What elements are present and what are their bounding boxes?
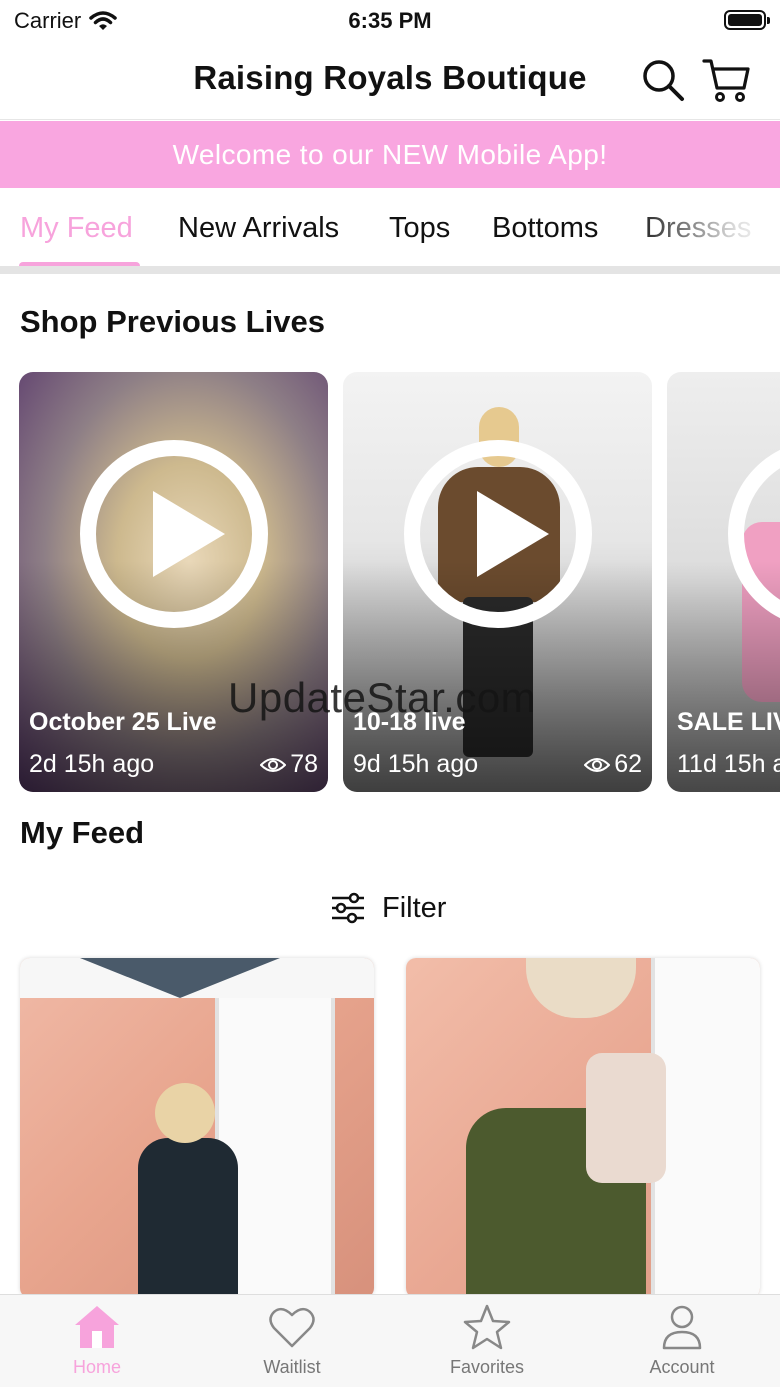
- battery-icon: [724, 10, 770, 30]
- filter-button[interactable]: Filter: [330, 886, 446, 930]
- play-button[interactable]: [404, 440, 592, 628]
- live-card[interactable]: SALE LIVE 11d 15h ago: [667, 372, 780, 792]
- nav-home-label: Home: [72, 1357, 121, 1377]
- watermark: UpdateStar.com: [228, 674, 537, 721]
- live-card[interactable]: 10-18 live 9d 15h ago 62: [343, 372, 652, 792]
- live-title: October 25 Live: [29, 708, 217, 736]
- tab-my-feed[interactable]: My Feed: [20, 212, 133, 245]
- status-bar: Carrier 6:35 PM: [0, 0, 780, 40]
- nav-favorites-label: Favorites: [449, 1357, 525, 1377]
- live-title: SALE LIVE: [677, 708, 780, 736]
- home-icon: [75, 1306, 119, 1348]
- nav-favorites[interactable]: Favorites: [422, 1303, 552, 1378]
- status-time: 6:35 PM: [348, 8, 432, 33]
- nav-account-label: Account: [649, 1357, 715, 1377]
- welcome-banner: Welcome to our NEW Mobile App!: [0, 121, 780, 188]
- live-time-ago: 9d 15h ago: [353, 750, 479, 778]
- tab-tops[interactable]: Tops: [389, 212, 450, 245]
- active-tab-indicator: [19, 262, 140, 266]
- live-views: 62: [584, 750, 642, 779]
- previous-lives-carousel[interactable]: October 25 Live 2d 15h ago 78 10-18 live…: [0, 372, 780, 794]
- product-card[interactable]: [20, 958, 374, 1298]
- battery-level: [728, 14, 762, 26]
- live-time-ago: 11d 15h ago: [677, 750, 780, 778]
- live-card[interactable]: October 25 Live 2d 15h ago 78: [19, 372, 328, 792]
- cart-icon[interactable]: [702, 56, 750, 104]
- previous-lives-heading: Shop Previous Lives: [20, 304, 325, 339]
- view-count: 78: [290, 750, 318, 778]
- product-card[interactable]: [406, 958, 760, 1298]
- banner-text: Welcome to our NEW Mobile App!: [172, 138, 608, 170]
- tab-bottoms[interactable]: Bottoms: [492, 212, 598, 245]
- nav-account[interactable]: Account: [617, 1303, 747, 1378]
- eye-icon: [260, 757, 287, 772]
- category-tabs: My Feed New Arrivals Tops Bottoms Dresse…: [0, 188, 780, 274]
- nav-waitlist[interactable]: Waitlist: [227, 1303, 357, 1378]
- sliders-icon: [332, 892, 364, 924]
- nav-waitlist-label: Waitlist: [263, 1357, 321, 1377]
- heart-icon: [269, 1307, 315, 1348]
- eye-icon: [584, 757, 611, 772]
- live-views: 78: [260, 750, 318, 779]
- person-icon: [662, 1305, 702, 1350]
- bottom-nav: Home Waitlist Favorites Account: [0, 1294, 780, 1387]
- view-count: 62: [614, 750, 642, 778]
- app-header: Raising Royals Boutique: [0, 40, 780, 120]
- play-icon: [477, 491, 549, 577]
- play-icon: [153, 491, 225, 577]
- search-icon[interactable]: [638, 56, 686, 104]
- tab-dresses[interactable]: Dresses: [645, 212, 751, 245]
- filter-label: Filter: [382, 891, 447, 924]
- live-time-ago: 2d 15h ago: [29, 750, 155, 778]
- star-icon: [463, 1304, 511, 1350]
- nav-home[interactable]: Home: [32, 1303, 162, 1378]
- tab-new-arrivals[interactable]: New Arrivals: [178, 212, 339, 245]
- my-feed-heading: My Feed: [20, 815, 145, 850]
- play-button[interactable]: [80, 440, 268, 628]
